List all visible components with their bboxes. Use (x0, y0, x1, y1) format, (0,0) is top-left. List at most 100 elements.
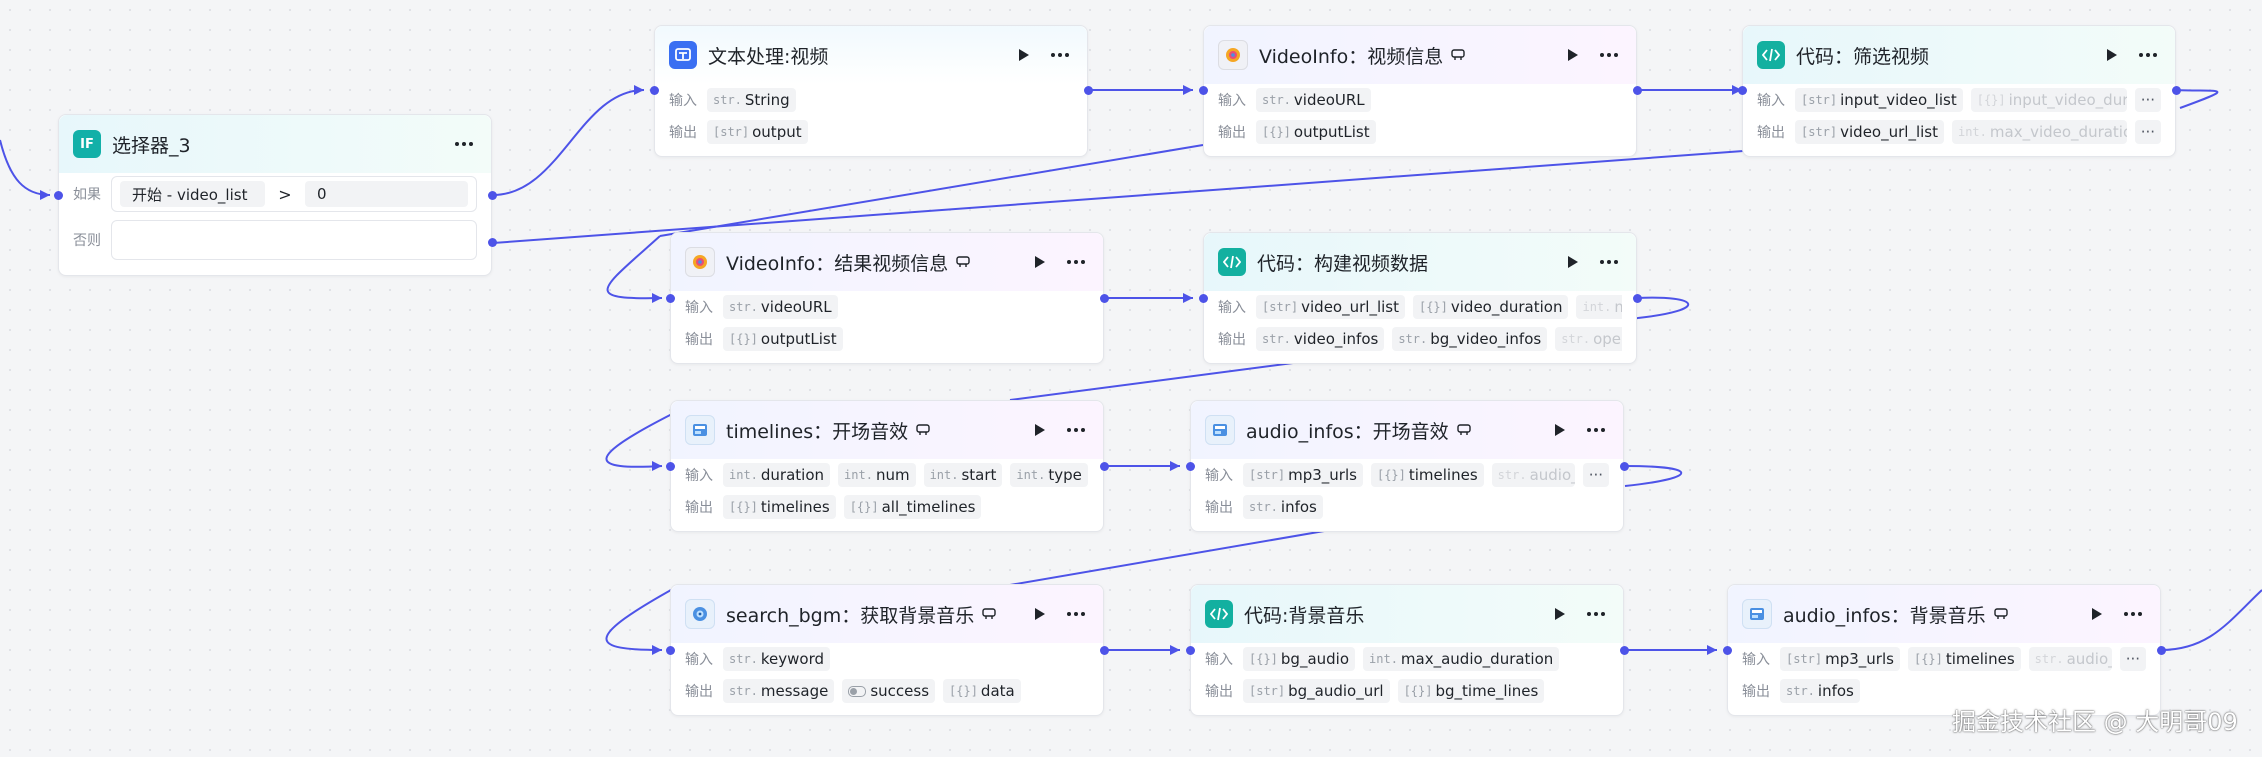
audio-infos-plugin-icon (1742, 599, 1772, 629)
param-chip: str. message (723, 679, 835, 703)
node-timelines[interactable]: timelines：开场音效 输入 int. duration int. num i… (670, 400, 1104, 532)
condition-operator[interactable]: > (265, 185, 305, 204)
node-title: 选择器_3 (112, 134, 191, 157)
node-title: 代码：筛选视频 (1796, 45, 1930, 68)
param-chip: [{}] bg_time_lines (1397, 679, 1545, 703)
input-port[interactable] (666, 646, 675, 655)
more-icon[interactable] (1063, 603, 1089, 625)
code-icon (1757, 41, 1785, 69)
param-chip: int. type (1010, 463, 1088, 487)
param-chip: [{}]input_video_duration (1970, 88, 2127, 112)
param-chip: [str] mp3_urls (1780, 647, 1900, 671)
output-row: 输出 str. message success [{}] data (685, 675, 1089, 707)
input-row: 输入 [str] input_video_list [{}] input_video… (1757, 84, 2161, 116)
input-port[interactable] (1199, 294, 1208, 303)
output-port[interactable] (1100, 294, 1109, 303)
node-title: audio_infos：开场音效 (1246, 420, 1449, 443)
selector-node[interactable]: IF 选择器_3 如果 开始 - video_list > 0 否则 (58, 114, 492, 276)
audio-infos-plugin-icon (1205, 415, 1235, 445)
node-audio-infos-open[interactable]: audio_infos：开场音效 输入 [str] mp3_urls [{}] ti… (1190, 400, 1624, 532)
condition-box[interactable]: 开始 - video_list > 0 (111, 176, 477, 212)
code-icon (1218, 248, 1246, 276)
param-chip: str. videoURL (723, 295, 838, 319)
more-icon[interactable] (1596, 251, 1622, 273)
more-params-icon[interactable]: ··· (2134, 88, 2161, 112)
plugin-badge-icon (1993, 608, 2008, 620)
node-title: VideoInfo：视频信息 (1259, 45, 1444, 68)
param-chip: str. infos (1243, 495, 1323, 519)
play-icon[interactable] (1029, 419, 1051, 441)
more-icon[interactable] (1596, 44, 1622, 66)
more-params-icon[interactable]: ··· (2134, 120, 2161, 144)
output-port[interactable] (1100, 646, 1109, 655)
param-chip: [{}] timelines (1907, 647, 2021, 671)
param-chip: [{}] timelines (1370, 463, 1484, 487)
output-port[interactable] (1633, 294, 1642, 303)
node-code-build[interactable]: 代码：构建视频数据 输入 [str] video_url_list [{}] vid… (1203, 232, 1637, 364)
param-chip: [str] video_url_list (1795, 120, 1944, 144)
output-port-if[interactable] (488, 191, 497, 200)
node-search-bgm[interactable]: search_bgm：获取背景音乐 输入 str. keyword 输出 str.… (670, 584, 1104, 716)
input-port[interactable] (1723, 646, 1732, 655)
node-text-video[interactable]: 文本处理:视频 输入 str. String 输出 [str] output (654, 25, 1088, 157)
input-row: 输入 int. duration int. num int. start int. ty… (685, 459, 1089, 491)
more-icon[interactable] (2120, 603, 2146, 625)
node-videoinfo[interactable]: VideoInfo：视频信息 输入 str. videoURL 输出 [{}] ou… (1203, 25, 1637, 157)
videoinfo-plugin-icon (685, 247, 715, 277)
play-icon[interactable] (1029, 603, 1051, 625)
play-icon[interactable] (1549, 419, 1571, 441)
play-icon[interactable] (1029, 251, 1051, 273)
condition-right-operand[interactable]: 0 (305, 181, 468, 207)
input-port[interactable] (1199, 86, 1208, 95)
more-icon[interactable] (451, 133, 477, 155)
input-port[interactable] (1738, 86, 1747, 95)
input-port[interactable] (1186, 646, 1195, 655)
param-chip: [str] video_url_list (1256, 295, 1405, 319)
input-port[interactable] (54, 191, 63, 200)
input-row: 输入 [{}] bg_audio int. max_audio_duration (1205, 643, 1609, 675)
node-audio-infos-bgm[interactable]: audio_infos：背景音乐 输入 [str] mp3_urls [{}] ti… (1727, 584, 2161, 716)
input-row: 输入 str. String (669, 84, 1073, 116)
output-port[interactable] (1620, 462, 1629, 471)
play-icon[interactable] (1562, 251, 1584, 273)
output-row: 输出 [str] output (669, 116, 1073, 148)
node-code-filter[interactable]: 代码：筛选视频 输入 [str] input_video_list [{}] inp… (1742, 25, 2176, 157)
input-port[interactable] (666, 294, 675, 303)
output-port[interactable] (1100, 462, 1109, 471)
param-chip: int. max_audio_duration (1363, 647, 1560, 671)
else-box[interactable] (111, 220, 477, 260)
input-port[interactable] (666, 462, 675, 471)
param-chip: [{}] timelines (723, 495, 836, 519)
param-chip: str. String (707, 88, 796, 112)
input-port[interactable] (650, 86, 659, 95)
output-port[interactable] (2157, 646, 2166, 655)
else-label: 否则 (73, 233, 101, 249)
play-icon[interactable] (1013, 44, 1035, 66)
more-icon[interactable] (1583, 603, 1609, 625)
play-icon[interactable] (2086, 603, 2108, 625)
more-icon[interactable] (1583, 419, 1609, 441)
more-icon[interactable] (1047, 44, 1073, 66)
more-params-icon[interactable]: ··· (1582, 463, 1609, 487)
play-icon[interactable] (1549, 603, 1571, 625)
output-port-else[interactable] (488, 238, 497, 247)
param-chip: [{}] bg_audio (1243, 647, 1356, 671)
play-icon[interactable] (1562, 44, 1584, 66)
input-port[interactable] (1186, 462, 1195, 471)
more-icon[interactable] (2135, 44, 2161, 66)
node-title: 文本处理:视频 (708, 45, 829, 68)
output-port[interactable] (1633, 86, 1642, 95)
more-params-icon[interactable]: ··· (2119, 647, 2146, 671)
more-icon[interactable] (1063, 251, 1089, 273)
plugin-badge-icon (1451, 49, 1465, 61)
condition-left-operand[interactable]: 开始 - video_list (120, 181, 265, 207)
param-chip: str. bg_video_infos (1392, 327, 1548, 351)
node-videoinfo-result[interactable]: VideoInfo：结果视频信息 输入 str. videoURL 输出 [{}]… (670, 232, 1104, 364)
output-port[interactable] (1084, 86, 1093, 95)
more-icon[interactable] (1063, 419, 1089, 441)
node-code-bgm[interactable]: 代码:背景音乐 输入 [{}] bg_audio int. max_audio_du… (1190, 584, 1624, 716)
output-port[interactable] (2172, 86, 2181, 95)
play-icon[interactable] (2101, 44, 2123, 66)
param-chip: [{}] outputList (1256, 120, 1376, 144)
output-port[interactable] (1620, 646, 1629, 655)
